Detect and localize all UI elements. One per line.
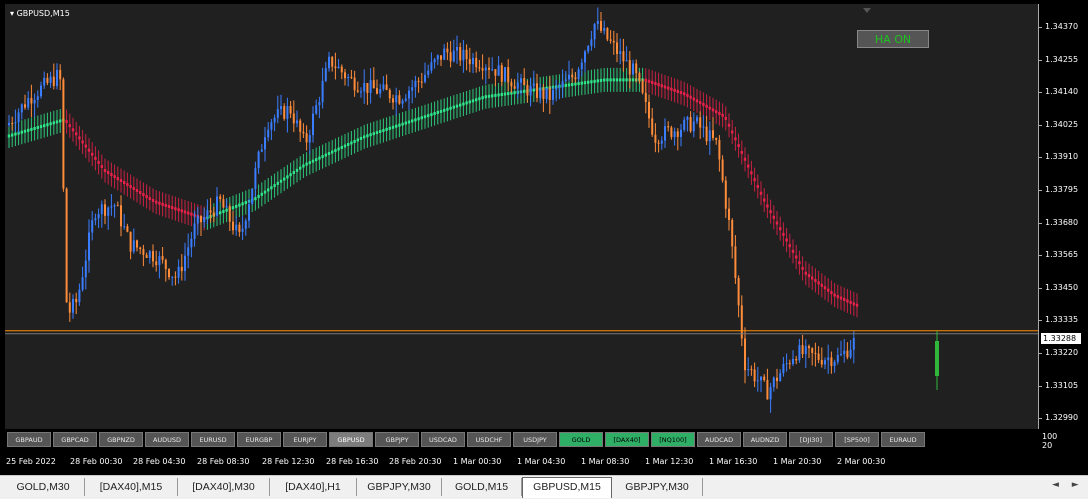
- symbol-button-dax40[interactable]: [DAX40]: [605, 432, 649, 447]
- time-tick-label: 28 Feb 16:30: [326, 457, 379, 466]
- price-chart[interactable]: [5, 4, 1038, 429]
- price-tick-label: 1.33910: [1038, 152, 1079, 162]
- time-tick-label: 28 Feb 12:30: [262, 457, 315, 466]
- symbol-button-euraud[interactable]: EURAUD: [881, 432, 925, 447]
- price-axis: 1.34370 1.34255 1.34140 1.34025 1.33910 1.337…: [1038, 4, 1088, 429]
- tab-scroll-right-icon[interactable]: ►: [1072, 480, 1079, 490]
- time-tick-label: 1 Mar 20:30: [773, 457, 822, 466]
- symbol-button-gbpnzd[interactable]: GBPNZD: [99, 432, 143, 447]
- price-tick-label: 1.33680: [1038, 217, 1079, 227]
- price-tick-label: 1.33450: [1038, 282, 1079, 292]
- chart-title-text: GBPUSD,M15: [16, 9, 70, 18]
- symbol-button-gold[interactable]: GOLD: [559, 432, 603, 447]
- symbol-button-gbpjpy[interactable]: GBPJPY: [375, 432, 419, 447]
- price-tick-label: 1.33565: [1038, 250, 1079, 260]
- tab--dax40--m15[interactable]: [DAX40],M15: [85, 478, 178, 496]
- symbol-button-gbpaud[interactable]: GBPAUD: [7, 432, 51, 447]
- indicator-scale-max: 100: [1042, 432, 1058, 441]
- time-tick-label: 25 Feb 2022: [6, 457, 56, 466]
- symbol-button-eurgbp[interactable]: EURGBP: [237, 432, 281, 447]
- tab-scroll-buttons[interactable]: ◄ ►: [1052, 480, 1079, 490]
- tab-gbpjpy-m30[interactable]: GBPJPY,M30: [357, 478, 442, 496]
- tab--dax40--h1[interactable]: [DAX40],H1: [270, 478, 357, 496]
- chart-tab-bar: ◄ ► GOLD,M30 [DAX40],M15 [DAX40],M30 [DAX40…: [0, 475, 1088, 499]
- time-tick-label: 1 Mar 16:30: [709, 457, 758, 466]
- moving-average-band: [7, 67, 859, 318]
- price-tick-label: 1.33335: [1038, 315, 1079, 325]
- chart-shift-marker-icon: [863, 8, 871, 13]
- symbol-button-eurjpy[interactable]: EURJPY: [283, 432, 327, 447]
- time-tick-label: 28 Feb 04:30: [133, 457, 186, 466]
- tab-gold-m15[interactable]: GOLD,M15: [442, 478, 522, 496]
- time-tick-label: 1 Mar 12:30: [645, 457, 694, 466]
- symbol-button-gbpcad[interactable]: GBPCAD: [53, 432, 97, 447]
- tab-gbpjpy-m30[interactable]: GBPJPY,M30: [612, 478, 703, 496]
- time-tick-label: 2 Mar 00:30: [837, 457, 886, 466]
- symbol-button-usdjpy[interactable]: USDJPY: [513, 432, 557, 447]
- symbol-button-nq100[interactable]: [NQ100]: [651, 432, 695, 447]
- ha-toggle-button[interactable]: HA ON: [857, 30, 929, 48]
- time-tick-label: 1 Mar 04:30: [517, 457, 566, 466]
- symbol-button-audcad[interactable]: AUDCAD: [697, 432, 741, 447]
- symbol-button-audusd[interactable]: AUDUSD: [145, 432, 189, 447]
- tab--dax40--m30[interactable]: [DAX40],M30: [178, 478, 270, 496]
- time-tick-label: 28 Feb 08:30: [197, 457, 250, 466]
- time-axis: 25 Feb 2022 28 Feb 00:30 28 Feb 04:30 28 Fe…: [0, 451, 1088, 473]
- symbol-button-usdchf[interactable]: USDCHF: [467, 432, 511, 447]
- price-tick-label: 1.34025: [1038, 119, 1079, 129]
- indicator-scale: 100 20: [1042, 432, 1057, 450]
- tab-gbpusd-m15[interactable]: GBPUSD,M15: [522, 477, 612, 498]
- price-tick-label: 1.34370: [1038, 22, 1079, 31]
- time-tick-label: 1 Mar 00:30: [453, 457, 502, 466]
- symbol-button-eurusd[interactable]: EURUSD: [191, 432, 235, 447]
- time-tick-label: 1 Mar 08:30: [581, 457, 630, 466]
- current-price-label: 1.33288: [1041, 333, 1081, 344]
- side-bar-body: [935, 341, 939, 376]
- tab-gold-m30[interactable]: GOLD,M30: [2, 478, 85, 496]
- price-tick-label: 1.34255: [1038, 54, 1079, 64]
- candlestick-series: [8, 7, 855, 413]
- tab-scroll-left-icon[interactable]: ◄: [1052, 480, 1059, 490]
- time-tick-label: 28 Feb 00:30: [70, 457, 123, 466]
- symbol-button-dji30[interactable]: [DJI30]: [789, 432, 833, 447]
- symbol-button-audnzd[interactable]: AUDNZD: [743, 432, 787, 447]
- symbol-button-bar: GBPAUD GBPCAD GBPNZD AUDUSD EURUSD EURGBP EURJ…: [5, 429, 1038, 451]
- price-tick-label: 1.34140: [1038, 87, 1079, 97]
- chart-title: ▾ GBPUSD,M15: [10, 9, 70, 18]
- time-tick-label: 28 Feb 20:30: [389, 457, 442, 466]
- price-tick-label: 1.32990: [1038, 413, 1079, 423]
- indicator-scale-min: 20: [1042, 441, 1053, 450]
- chart-area[interactable]: [5, 4, 1038, 429]
- symbol-button-usdcad[interactable]: USDCAD: [421, 432, 465, 447]
- price-tick-label: 1.33105: [1038, 380, 1079, 390]
- price-tick-label: 1.33795: [1038, 185, 1079, 194]
- price-tick-label: 1.33220: [1038, 348, 1079, 357]
- symbol-button-sp500[interactable]: [SP500]: [835, 432, 879, 447]
- symbol-button-gbpusd[interactable]: GBPUSD: [329, 432, 373, 447]
